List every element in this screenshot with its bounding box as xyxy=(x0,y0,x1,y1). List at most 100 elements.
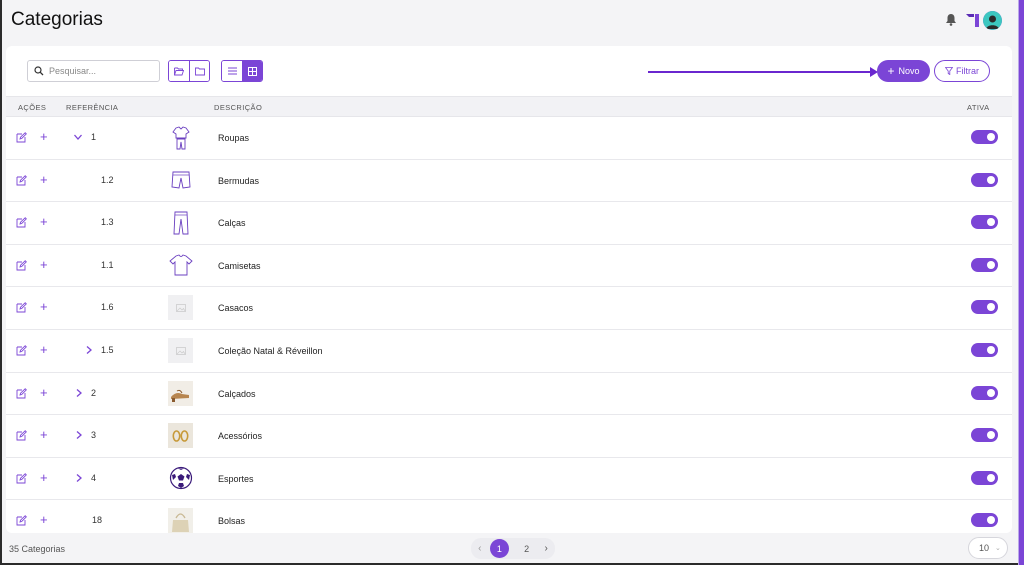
next-page-icon[interactable]: › xyxy=(544,543,547,554)
image-placeholder-icon xyxy=(168,338,193,363)
active-toggle[interactable] xyxy=(971,172,998,187)
folder-closed-button[interactable] xyxy=(189,61,209,81)
active-toggle[interactable] xyxy=(971,257,998,272)
prev-page-icon[interactable]: ‹ xyxy=(478,543,481,554)
folder-open-button[interactable] xyxy=(169,61,189,81)
edit-icon[interactable] xyxy=(16,302,27,313)
table-row[interactable]: + 4 Esportes xyxy=(6,458,1012,501)
row-reference: 4 xyxy=(91,472,97,483)
folder-icon xyxy=(194,67,205,75)
col-ativa[interactable]: ATIVA xyxy=(967,103,990,112)
row-reference: 1.1 xyxy=(101,259,114,270)
row-description: Bermudas xyxy=(218,175,260,186)
table-row[interactable]: + 3 Acessórios xyxy=(6,415,1012,458)
active-toggle[interactable] xyxy=(971,300,998,315)
table-row[interactable]: + 1 Roupas xyxy=(6,117,1012,160)
chevron-right-icon[interactable] xyxy=(74,430,84,440)
active-toggle[interactable] xyxy=(971,428,998,443)
folder-open-icon xyxy=(174,67,184,75)
search-input[interactable] xyxy=(49,66,149,76)
add-subcategory-button[interactable]: + xyxy=(40,214,48,230)
new-button-label: Novo xyxy=(898,66,920,76)
active-toggle[interactable] xyxy=(971,385,998,400)
add-subcategory-button[interactable]: + xyxy=(40,172,48,188)
brand-logo-icon xyxy=(966,14,979,27)
table-row[interactable]: + 1.3 Calças xyxy=(6,202,1012,245)
plus-icon: + xyxy=(887,64,895,78)
scrollbar[interactable] xyxy=(1019,0,1024,565)
table-footer: 35 Categorias ‹ 1 2 › 10 ⌄ xyxy=(2,533,1018,563)
page-title: Categorias xyxy=(11,9,103,30)
page-size-value: 10 xyxy=(979,543,990,553)
table-row[interactable]: + 1.5 Coleção Natal & Réveillon xyxy=(6,330,1012,373)
active-toggle[interactable] xyxy=(971,470,998,485)
add-subcategory-button[interactable]: + xyxy=(40,257,48,273)
bell-icon[interactable] xyxy=(945,13,957,26)
table-header: AÇÕES REFERÊNCIA DESCRIÇÃO ATIVA xyxy=(6,96,1012,117)
active-toggle[interactable] xyxy=(971,513,998,528)
col-referencia[interactable]: REFERÊNCIA xyxy=(66,103,118,112)
table-row[interactable]: + 2 Calçados xyxy=(6,373,1012,416)
add-subcategory-button[interactable]: + xyxy=(40,129,48,145)
view-mode-group xyxy=(221,60,263,82)
edit-icon[interactable] xyxy=(16,430,27,441)
pagination: ‹ 1 2 › xyxy=(471,538,555,559)
table-row[interactable]: + 18 Bolsas xyxy=(6,500,1012,533)
sandal-photo xyxy=(168,380,193,406)
add-subcategory-button[interactable]: + xyxy=(40,342,48,358)
bag-photo xyxy=(168,508,193,533)
chevron-down-icon[interactable] xyxy=(73,132,83,142)
edit-icon[interactable] xyxy=(16,472,27,484)
row-description: Acessórios xyxy=(218,431,263,442)
add-subcategory-button[interactable]: + xyxy=(40,299,48,315)
add-subcategory-button[interactable]: + xyxy=(40,427,48,443)
row-description: Calçados xyxy=(218,388,256,399)
tshirt-icon xyxy=(168,253,193,278)
row-reference: 18 xyxy=(92,515,103,526)
chevron-right-icon[interactable] xyxy=(84,345,94,355)
list-icon xyxy=(227,67,237,75)
edit-icon[interactable] xyxy=(16,174,27,186)
search-icon xyxy=(34,66,44,76)
edit-icon[interactable] xyxy=(16,217,27,228)
page-1-button[interactable]: 1 xyxy=(489,539,509,558)
edit-icon[interactable] xyxy=(16,387,27,399)
edit-icon[interactable] xyxy=(16,132,27,143)
table-row[interactable]: + 1.6 Casacos xyxy=(6,287,1012,330)
active-toggle[interactable] xyxy=(971,343,998,357)
active-toggle[interactable] xyxy=(971,130,998,144)
annotation-arrow xyxy=(648,71,876,73)
table-row[interactable]: + 1.2 Bermudas xyxy=(6,160,1012,203)
categories-card: + Novo Filtrar AÇÕES REFERÊNCIA DESCRIÇÃ… xyxy=(6,46,1012,533)
grid-view-button[interactable] xyxy=(242,61,262,81)
row-description: Bolsas xyxy=(218,516,246,527)
edit-icon[interactable] xyxy=(16,515,27,526)
add-subcategory-button[interactable]: + xyxy=(40,512,48,528)
chevron-right-icon[interactable] xyxy=(74,473,84,483)
chevron-down-icon: ⌄ xyxy=(995,545,1001,552)
filter-button[interactable]: Filtrar xyxy=(934,60,990,82)
col-descricao[interactable]: DESCRIÇÃO xyxy=(214,103,262,112)
page-size-select[interactable]: 10 ⌄ xyxy=(968,537,1008,559)
table-row[interactable]: + 1.1 Camisetas xyxy=(6,245,1012,288)
row-description: Roupas xyxy=(218,133,250,143)
top-bar: Categorias xyxy=(2,0,1018,42)
avatar[interactable] xyxy=(983,11,1002,30)
active-toggle[interactable] xyxy=(971,215,998,230)
filter-icon xyxy=(945,67,953,75)
image-placeholder-icon xyxy=(168,295,193,321)
table-grid-icon xyxy=(248,66,257,76)
new-button[interactable]: + Novo xyxy=(877,60,930,82)
add-subcategory-button[interactable]: + xyxy=(40,470,48,486)
edit-icon[interactable] xyxy=(16,345,27,356)
list-view-button[interactable] xyxy=(222,61,242,81)
row-reference: 1 xyxy=(91,132,97,142)
row-reference: 2 xyxy=(91,387,97,398)
page-2-button[interactable]: 2 xyxy=(517,539,536,558)
chevron-right-icon[interactable] xyxy=(74,388,84,398)
edit-icon[interactable] xyxy=(16,259,27,271)
row-reference: 1.3 xyxy=(101,217,114,228)
search-box[interactable] xyxy=(27,60,160,82)
filter-button-label: Filtrar xyxy=(956,66,979,76)
add-subcategory-button[interactable]: + xyxy=(40,385,48,401)
